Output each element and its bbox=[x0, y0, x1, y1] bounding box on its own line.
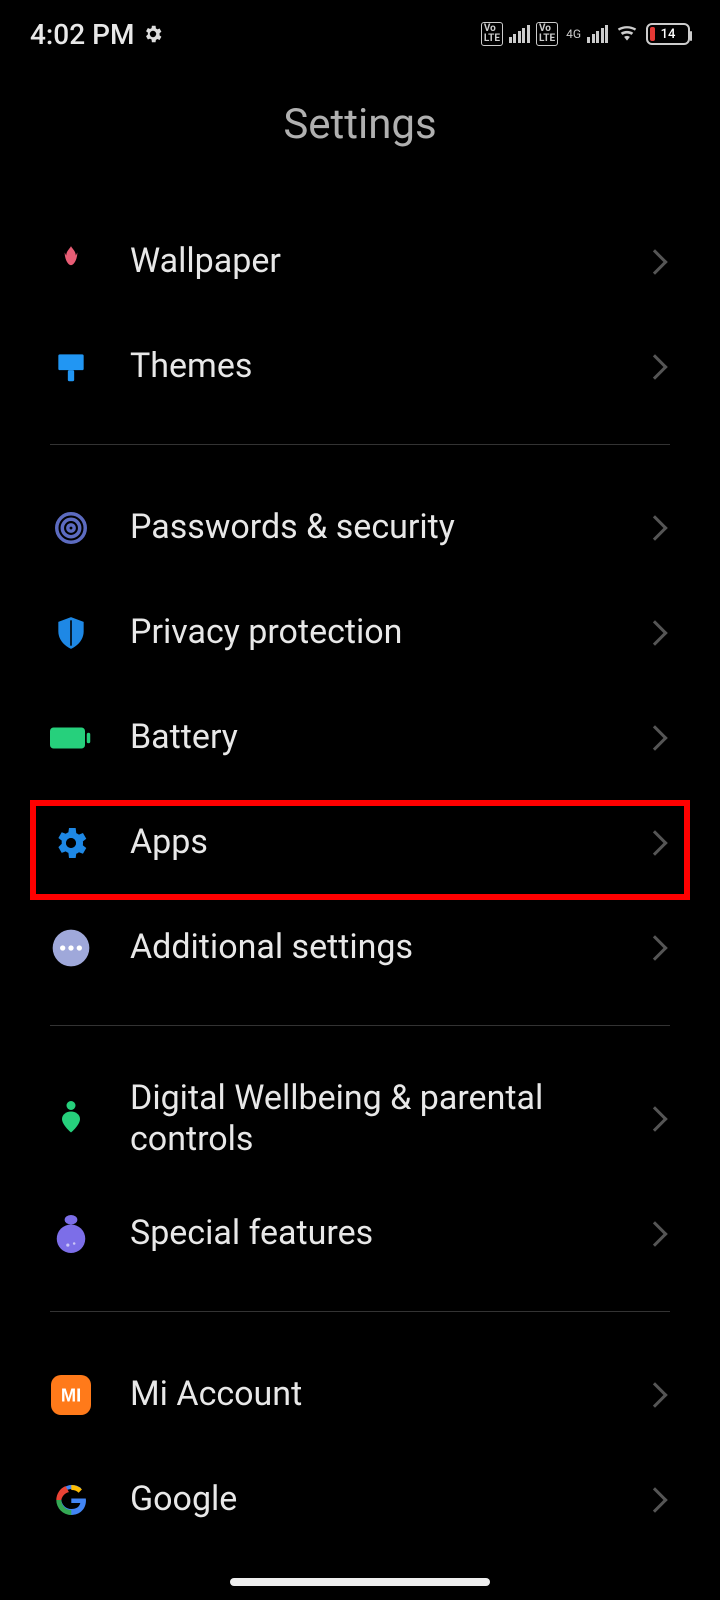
settings-item-passwords[interactable]: Passwords & security bbox=[50, 475, 670, 580]
settings-item-mi-account[interactable]: MI Mi Account bbox=[50, 1342, 670, 1447]
battery-icon: 14 bbox=[646, 23, 690, 45]
divider bbox=[50, 444, 670, 445]
gear-icon bbox=[142, 23, 164, 45]
settings-item-label: Wallpaper bbox=[92, 241, 646, 282]
status-left: 4:02 PM bbox=[30, 18, 164, 51]
chevron-right-icon bbox=[642, 620, 667, 645]
brush-icon bbox=[50, 346, 92, 388]
page-title: Settings bbox=[0, 60, 720, 209]
chevron-right-icon bbox=[642, 830, 667, 855]
signal-icon bbox=[509, 25, 530, 43]
person-heart-icon bbox=[50, 1098, 92, 1140]
settings-item-label: Special features bbox=[92, 1213, 646, 1254]
divider bbox=[50, 1025, 670, 1026]
status-bar: 4:02 PM VoLTE VoLTE 4G 14 bbox=[0, 0, 720, 60]
status-time: 4:02 PM bbox=[30, 18, 134, 51]
settings-item-label: Additional settings bbox=[92, 927, 646, 968]
nav-handle[interactable] bbox=[230, 1578, 490, 1586]
signal-icon bbox=[587, 25, 608, 43]
wifi-icon bbox=[614, 24, 640, 44]
settings-list: Wallpaper Themes Passwords & security Pr… bbox=[0, 209, 720, 1552]
chevron-right-icon bbox=[642, 1221, 667, 1246]
settings-item-label: Battery bbox=[92, 717, 646, 758]
dots-icon bbox=[50, 927, 92, 969]
settings-item-special[interactable]: Special features bbox=[50, 1181, 670, 1286]
chevron-right-icon bbox=[642, 725, 667, 750]
chevron-right-icon bbox=[642, 935, 667, 960]
status-right: VoLTE VoLTE 4G 14 bbox=[481, 22, 690, 46]
battery-icon bbox=[50, 717, 92, 759]
divider bbox=[50, 1311, 670, 1312]
chevron-right-icon bbox=[642, 1106, 667, 1131]
chevron-right-icon bbox=[642, 515, 667, 540]
google-icon bbox=[50, 1479, 92, 1521]
settings-item-label: Apps bbox=[92, 822, 646, 863]
settings-item-label: Digital Wellbeing & parental controls bbox=[92, 1078, 646, 1160]
mi-icon: MI bbox=[50, 1374, 92, 1416]
settings-item-label: Mi Account bbox=[92, 1374, 646, 1415]
fingerprint-icon bbox=[50, 507, 92, 549]
settings-item-themes[interactable]: Themes bbox=[50, 314, 670, 419]
settings-item-wellbeing[interactable]: Digital Wellbeing & parental controls bbox=[50, 1056, 670, 1181]
flask-icon bbox=[50, 1213, 92, 1255]
volte-icon: VoLTE bbox=[481, 22, 503, 46]
settings-item-label: Privacy protection bbox=[92, 612, 646, 653]
settings-item-battery[interactable]: Battery bbox=[50, 685, 670, 790]
gear-icon bbox=[50, 822, 92, 864]
svg-text:MI: MI bbox=[61, 1384, 81, 1405]
settings-item-label: Google bbox=[92, 1479, 646, 1520]
settings-item-wallpaper[interactable]: Wallpaper bbox=[50, 209, 670, 314]
tulip-icon bbox=[50, 241, 92, 283]
chevron-right-icon bbox=[642, 249, 667, 274]
settings-item-google[interactable]: Google bbox=[50, 1447, 670, 1552]
chevron-right-icon bbox=[642, 1487, 667, 1512]
settings-item-privacy[interactable]: Privacy protection bbox=[50, 580, 670, 685]
battery-percent: 14 bbox=[648, 27, 688, 42]
chevron-right-icon bbox=[642, 1382, 667, 1407]
chevron-right-icon bbox=[642, 354, 667, 379]
settings-item-label: Passwords & security bbox=[92, 507, 646, 548]
settings-item-additional[interactable]: Additional settings bbox=[50, 895, 670, 1000]
volte-icon: VoLTE bbox=[536, 22, 558, 46]
network-type-label: 4G bbox=[566, 27, 581, 41]
settings-item-apps[interactable]: Apps bbox=[50, 790, 670, 895]
settings-item-label: Themes bbox=[92, 346, 646, 387]
shield-icon bbox=[50, 612, 92, 654]
